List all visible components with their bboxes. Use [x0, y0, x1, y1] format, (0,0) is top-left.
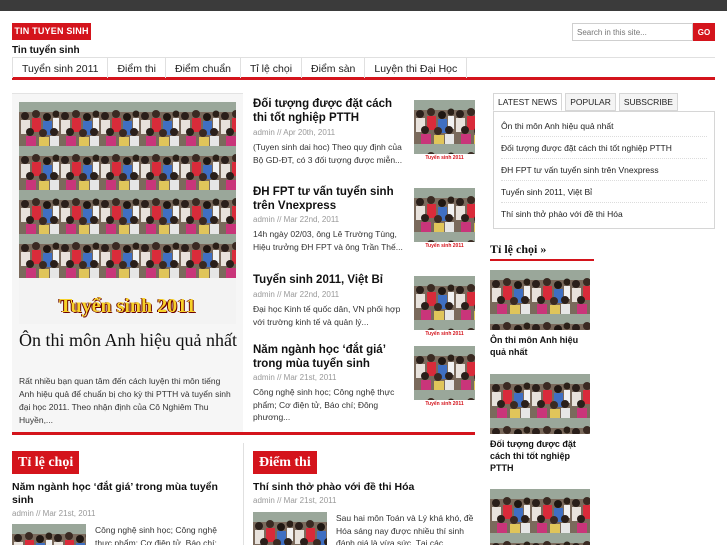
featured-image-caption: Tuyển sinh 2011 — [58, 295, 197, 317]
featured-excerpt: Rất nhiều bạn quan tâm đến cách luyện th… — [19, 376, 231, 425]
sidebar-widget-rule — [490, 259, 594, 261]
post-excerpt: (Tuyen sinh dai hoc) Theo quy định của B… — [253, 142, 403, 165]
latest-news-link[interactable]: Đối tượng được đặt cách thi tốt nghiệp P… — [501, 137, 707, 159]
nav-item-diem-chuan[interactable]: Điểm chuẩn — [166, 58, 242, 78]
section-divider — [12, 432, 475, 435]
post-thumbnail[interactable]: Tuyển sinh 2011 — [414, 100, 475, 163]
post-excerpt: 14h ngày 02/03, ông Lê Trường Tùng, Hiệu… — [253, 229, 403, 252]
search-button[interactable]: GO — [693, 23, 715, 41]
nav-item-tuyen-sinh-2011[interactable]: Tuyển sinh 2011 — [12, 58, 109, 78]
post-thumbnail[interactable]: Tuyển sinh 2011 — [414, 188, 475, 251]
sidebar-post-thumbnail[interactable] — [490, 489, 590, 545]
list-item: Đối tượng được đặt cách thi tốt nghiệp P… — [253, 97, 475, 177]
section-post-thumbnail[interactable] — [253, 512, 327, 545]
section-heading-ti-le-choi[interactable]: Tỉ lệ chọi — [12, 451, 80, 474]
tab-latest-news[interactable]: LATEST NEWS — [493, 93, 563, 111]
sidebar-post-thumbnail[interactable] — [490, 270, 590, 330]
sidebar-post-title[interactable]: Đối tượng được đặt cách thi tốt nghiệp P… — [490, 438, 590, 474]
thumbnail-caption: Tuyển sinh 2011 — [414, 154, 475, 163]
tab-subscribe[interactable]: SUBSCRIBE — [618, 93, 678, 111]
post-title[interactable]: Năm ngành học ‘đắt giá’ trong mùa tuyển … — [253, 343, 408, 371]
latest-news-link[interactable]: Tuyển sinh 2011, Việt Bỉ — [501, 181, 707, 203]
list-item: Năm ngành học ‘đắt giá’ trong mùa tuyển … — [253, 343, 475, 423]
latest-news-link[interactable]: Ôn thi môn Anh hiệu quả nhất — [501, 115, 707, 137]
column-divider — [243, 443, 244, 545]
latest-news-link[interactable]: Thí sinh thở phào với đề thi Hóa — [501, 203, 707, 225]
latest-news-link[interactable]: ĐH FPT tư vấn tuyển sinh trên Vnexpress — [501, 159, 707, 181]
post-meta: admin // Mar 22nd, 2011 — [253, 215, 340, 224]
post-excerpt: Công nghệ sinh học; Công nghệ thực phẩm;… — [253, 387, 395, 422]
list-item: ĐH FPT tư vấn tuyển sinh trên Vnexpress … — [253, 185, 475, 265]
post-meta: admin // Apr 20th, 2011 — [253, 128, 336, 137]
featured-title[interactable]: Ôn thi môn Anh hiệu quả nhất — [19, 330, 239, 351]
post-thumbnail[interactable]: Tuyển sinh 2011 — [414, 276, 475, 339]
sidebar-post-title[interactable]: Ôn thi môn Anh hiệu quả nhất — [490, 334, 590, 358]
thumbnail-caption: Tuyển sinh 2011 — [414, 330, 475, 339]
section-post-excerpt: Công nghệ sinh học; Công nghệ thực phẩm;… — [95, 525, 217, 545]
nav-item-diem-san[interactable]: Điểm sàn — [302, 58, 366, 78]
nav-item-ti-le-choi[interactable]: Tỉ lệ chọi — [241, 58, 303, 78]
post-title[interactable]: Tuyển sinh 2011, Việt Bỉ — [253, 273, 408, 287]
section-post-title[interactable]: Thí sinh thở phào với đề thi Hóa — [253, 481, 475, 494]
search-input[interactable] — [572, 23, 693, 41]
site-tagline: Tin tuyển sinh — [12, 45, 80, 56]
featured-post: Tuyển sinh 2011 Ôn thi môn Anh hiệu quả … — [12, 93, 243, 433]
post-thumbnail[interactable]: Tuyển sinh 2011 — [414, 346, 475, 409]
post-excerpt: Đại học Kinh tế quốc dân, VN phối hợp vớ… — [253, 304, 401, 327]
post-meta: admin // Mar 21st, 2011 — [253, 373, 337, 382]
sidebar-tabs: LATEST NEWS POPULAR SUBSCRIBE — [493, 93, 715, 111]
list-item: Tuyển sinh 2011, Việt Bỉ admin // Mar 22… — [253, 273, 475, 343]
post-title[interactable]: ĐH FPT tư vấn tuyển sinh trên Vnexpress — [253, 185, 408, 213]
featured-image[interactable]: Tuyển sinh 2011 — [19, 102, 236, 324]
search-form: GO — [572, 23, 715, 41]
sidebar-widget-title[interactable]: Tỉ lệ chọi » — [490, 242, 546, 257]
section-heading-diem-thi[interactable]: Điểm thi — [253, 451, 317, 474]
section-post-thumbnail[interactable] — [12, 524, 86, 545]
site-logo[interactable]: TIN TUYEN SINH — [12, 23, 91, 40]
section-post-meta: admin // Mar 21st, 2011 — [12, 509, 96, 518]
section-post-excerpt: Sau hai môn Toán và Lý khá khó, đề Hóa s… — [336, 513, 474, 545]
sidebar-post-thumbnail[interactable] — [490, 374, 590, 434]
latest-news-panel: Ôn thi môn Anh hiệu quả nhất Đối tượng đ… — [493, 111, 715, 229]
nav-item-diem-thi[interactable]: Điểm thi — [108, 58, 166, 78]
thumbnail-caption: Tuyển sinh 2011 — [414, 400, 475, 409]
thumbnail-caption: Tuyển sinh 2011 — [414, 242, 475, 251]
section-post-title[interactable]: Năm ngành học ‘đắt giá’ trong mùa tuyển … — [12, 481, 237, 507]
post-title[interactable]: Đối tượng được đặt cách thi tốt nghiệp P… — [253, 97, 408, 125]
section-post-meta: admin // Mar 21st, 2011 — [253, 496, 337, 505]
top-bar — [0, 0, 727, 11]
post-meta: admin // Mar 22nd, 2011 — [253, 290, 340, 299]
tab-popular[interactable]: POPULAR — [565, 93, 616, 111]
nav-item-luyen-thi[interactable]: Luyện thi Đại Học — [365, 58, 468, 78]
main-nav: Tuyển sinh 2011 Điểm thi Điểm chuẩn Tỉ l… — [12, 57, 715, 80]
